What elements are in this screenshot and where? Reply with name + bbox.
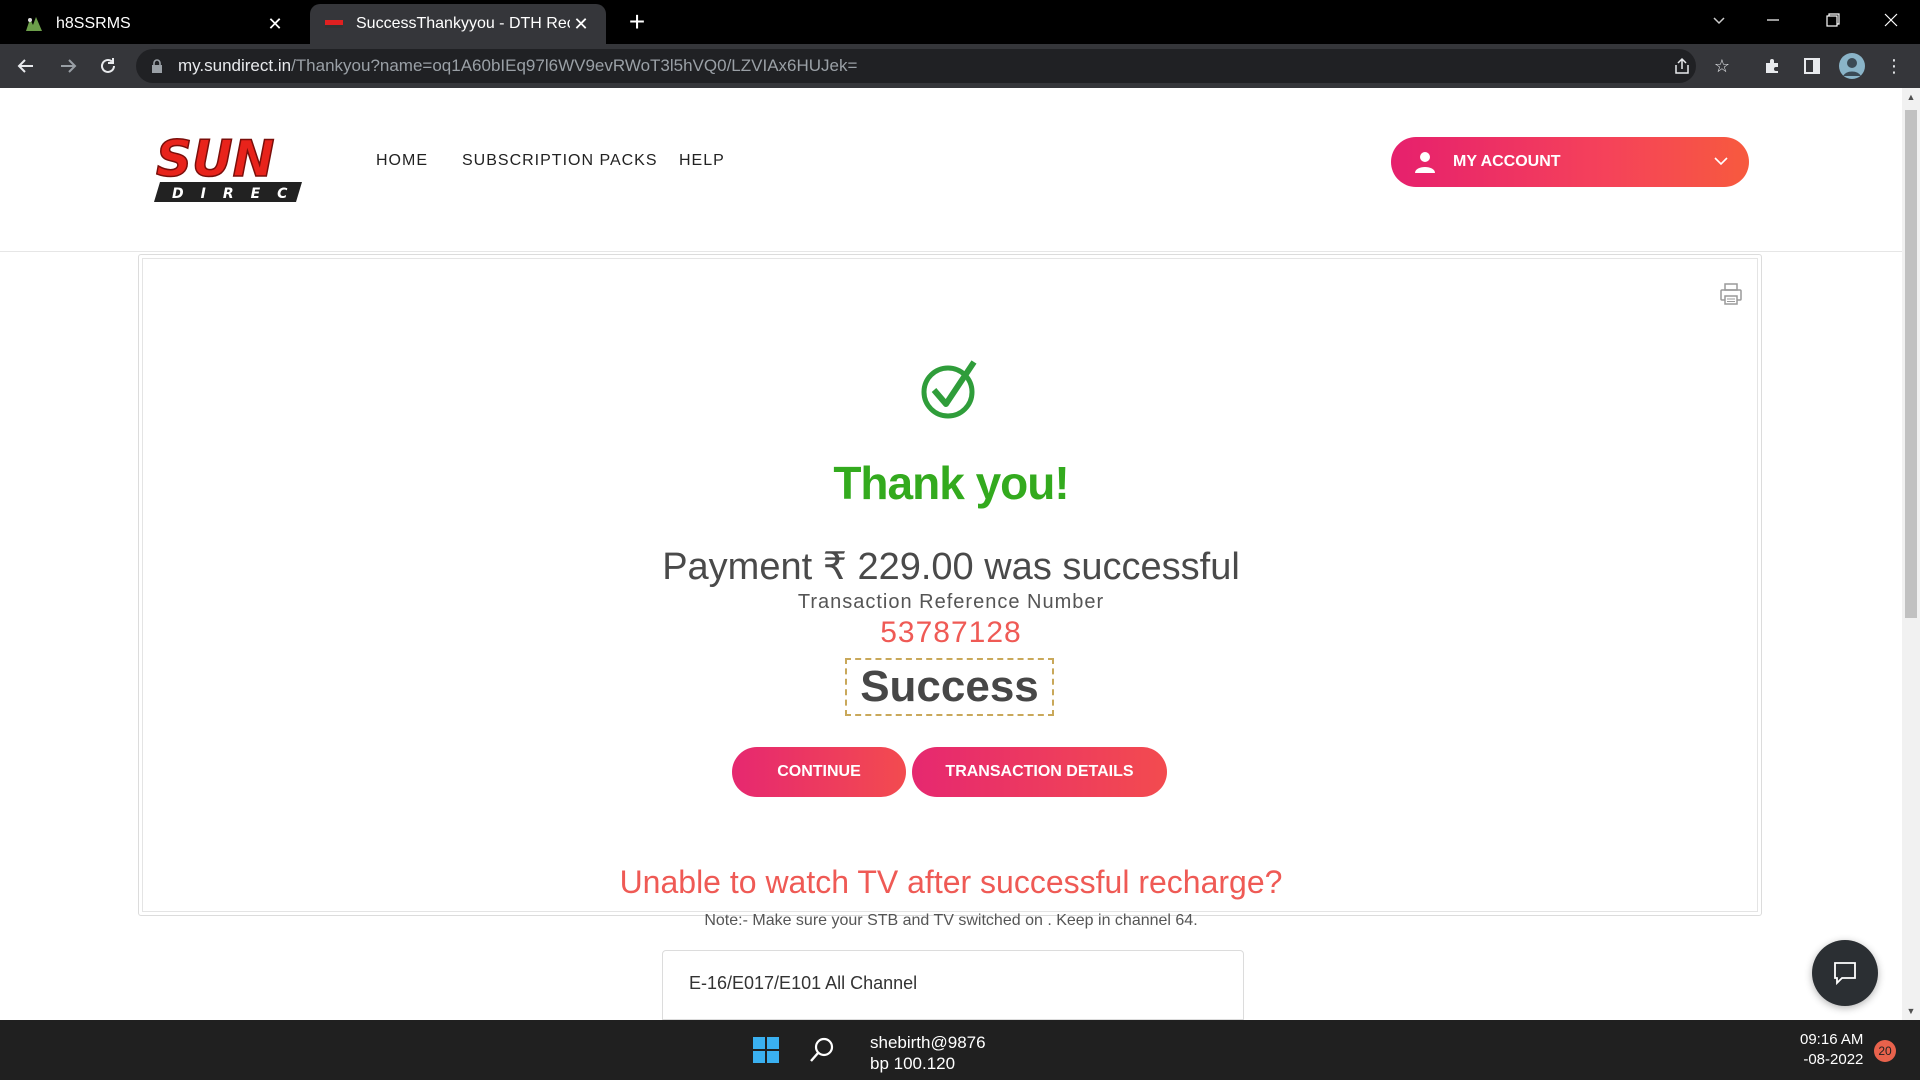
browser-tab-strip: h8SSRMS ✕ SuccessThankyyou - DTH Recharg… [0, 0, 1920, 44]
notification-badge[interactable]: 20 [1874, 1040, 1896, 1062]
faq-accordion-item[interactable]: E-16/E017/E101 All Channel [662, 950, 1244, 1020]
transaction-ref-label: Transaction Reference Number [797, 591, 1105, 613]
thank-you-heading: Thank you! [833, 457, 1069, 509]
svg-text:SUN: SUN [156, 132, 274, 188]
widget-line-1: shebirth@9876 [870, 1033, 986, 1052]
help-note: Note:- Make sure your STB and TV switche… [704, 912, 1198, 929]
restore-window-icon[interactable] [1808, 0, 1858, 40]
user-icon [1415, 152, 1435, 173]
scroll-down-arrow-icon[interactable]: ▼ [1906, 1006, 1916, 1016]
browser-tab-inactive[interactable]: h8SSRMS ✕ [10, 4, 300, 44]
forward-arrow-icon[interactable] [54, 52, 82, 80]
continue-button[interactable]: CONTINUE [732, 747, 906, 797]
print-icon[interactable] [1719, 282, 1743, 306]
url-host: my.sundirect.in [178, 56, 292, 75]
tab-search-icon[interactable] [1694, 0, 1744, 40]
transaction-ref-number: 53787128 [880, 616, 1022, 649]
scrollbar-thumb[interactable] [1905, 110, 1917, 618]
payment-message: Payment ₹ 229.00 was successful [662, 546, 1240, 588]
taskbar-clock[interactable]: 09:16 AM -08-2022 [1800, 1030, 1863, 1070]
bookmark-star-icon[interactable]: ☆ [1708, 52, 1736, 80]
browser-toolbar: my.sundirect.in /Thankyou?name=oq1A60bIE… [0, 44, 1920, 88]
my-account-label: MY ACCOUNT [1453, 153, 1561, 170]
transaction-details-button[interactable]: TRANSACTION DETAILS [912, 747, 1167, 797]
taskbar-search-icon[interactable] [808, 1036, 836, 1064]
my-account-button[interactable]: MY ACCOUNT [1391, 137, 1749, 187]
help-title: Unable to watch TV after successful rech… [619, 864, 1283, 900]
tab-title: SuccessThankyyou - DTH Recharge [356, 15, 570, 32]
status-badge: Success [845, 658, 1054, 716]
lock-icon [152, 59, 162, 73]
page-scrollbar[interactable]: ▲ ▼ [1902, 88, 1920, 1020]
tab-favicon-icon [26, 17, 42, 31]
profile-avatar[interactable] [1838, 52, 1866, 80]
success-check-icon [921, 360, 977, 419]
address-bar[interactable]: my.sundirect.in /Thankyou?name=oq1A60bIE… [136, 49, 1696, 83]
taskbar-widget-text[interactable]: shebirth@9876 bp 100.120 [870, 1032, 986, 1074]
back-arrow-icon[interactable] [12, 52, 40, 80]
side-panel-icon[interactable] [1798, 52, 1826, 80]
browser-tab-active[interactable]: SuccessThankyyou - DTH Recharge ✕ [310, 4, 606, 44]
close-tab-icon[interactable]: ✕ [264, 13, 286, 35]
widget-line-2: bp 100.120 [870, 1054, 956, 1073]
nav-subscription-packs[interactable]: SUBSCRIPTION PACKS [462, 152, 658, 170]
tab-title: h8SSRMS [56, 15, 131, 32]
new-tab-button[interactable]: + [622, 8, 652, 38]
site-header: SUN DIRECT HOME SUBSCRIPTION PACKS HELP … [0, 88, 1902, 252]
extensions-puzzle-icon[interactable] [1758, 52, 1786, 80]
scroll-up-arrow-icon[interactable]: ▲ [1906, 92, 1916, 102]
clock-date: -08-2022 [1803, 1051, 1864, 1068]
reload-icon[interactable] [94, 52, 122, 80]
url-path: /Thankyou?name=oq1A60bIEq97l6WV9evRWoT3l… [291, 56, 858, 75]
browser-menu-icon[interactable]: ⋮ [1880, 52, 1908, 80]
sundirect-favicon-icon [325, 20, 343, 28]
nav-help[interactable]: HELP [679, 152, 725, 170]
nav-home[interactable]: HOME [376, 152, 428, 170]
chevron-down-icon [1714, 157, 1728, 166]
clock-time: 09:16 AM [1800, 1031, 1864, 1048]
svg-text:DIRECT: DIRECT [172, 186, 320, 202]
sun-direct-logo[interactable]: SUN DIRECT [150, 132, 320, 204]
share-icon[interactable] [1668, 52, 1696, 80]
chat-bubble-icon [1834, 962, 1856, 986]
page-viewport: SUN DIRECT HOME SUBSCRIPTION PACKS HELP … [0, 88, 1920, 1020]
close-tab-icon[interactable]: ✕ [570, 13, 592, 35]
windows-start-icon[interactable] [752, 1036, 780, 1064]
chat-button[interactable] [1812, 940, 1878, 1006]
windows-taskbar: shebirth@9876 bp 100.120 09:16 AM -08-20… [0, 1020, 1920, 1080]
minimize-window-icon[interactable] [1748, 0, 1798, 40]
close-window-icon[interactable] [1866, 0, 1916, 40]
